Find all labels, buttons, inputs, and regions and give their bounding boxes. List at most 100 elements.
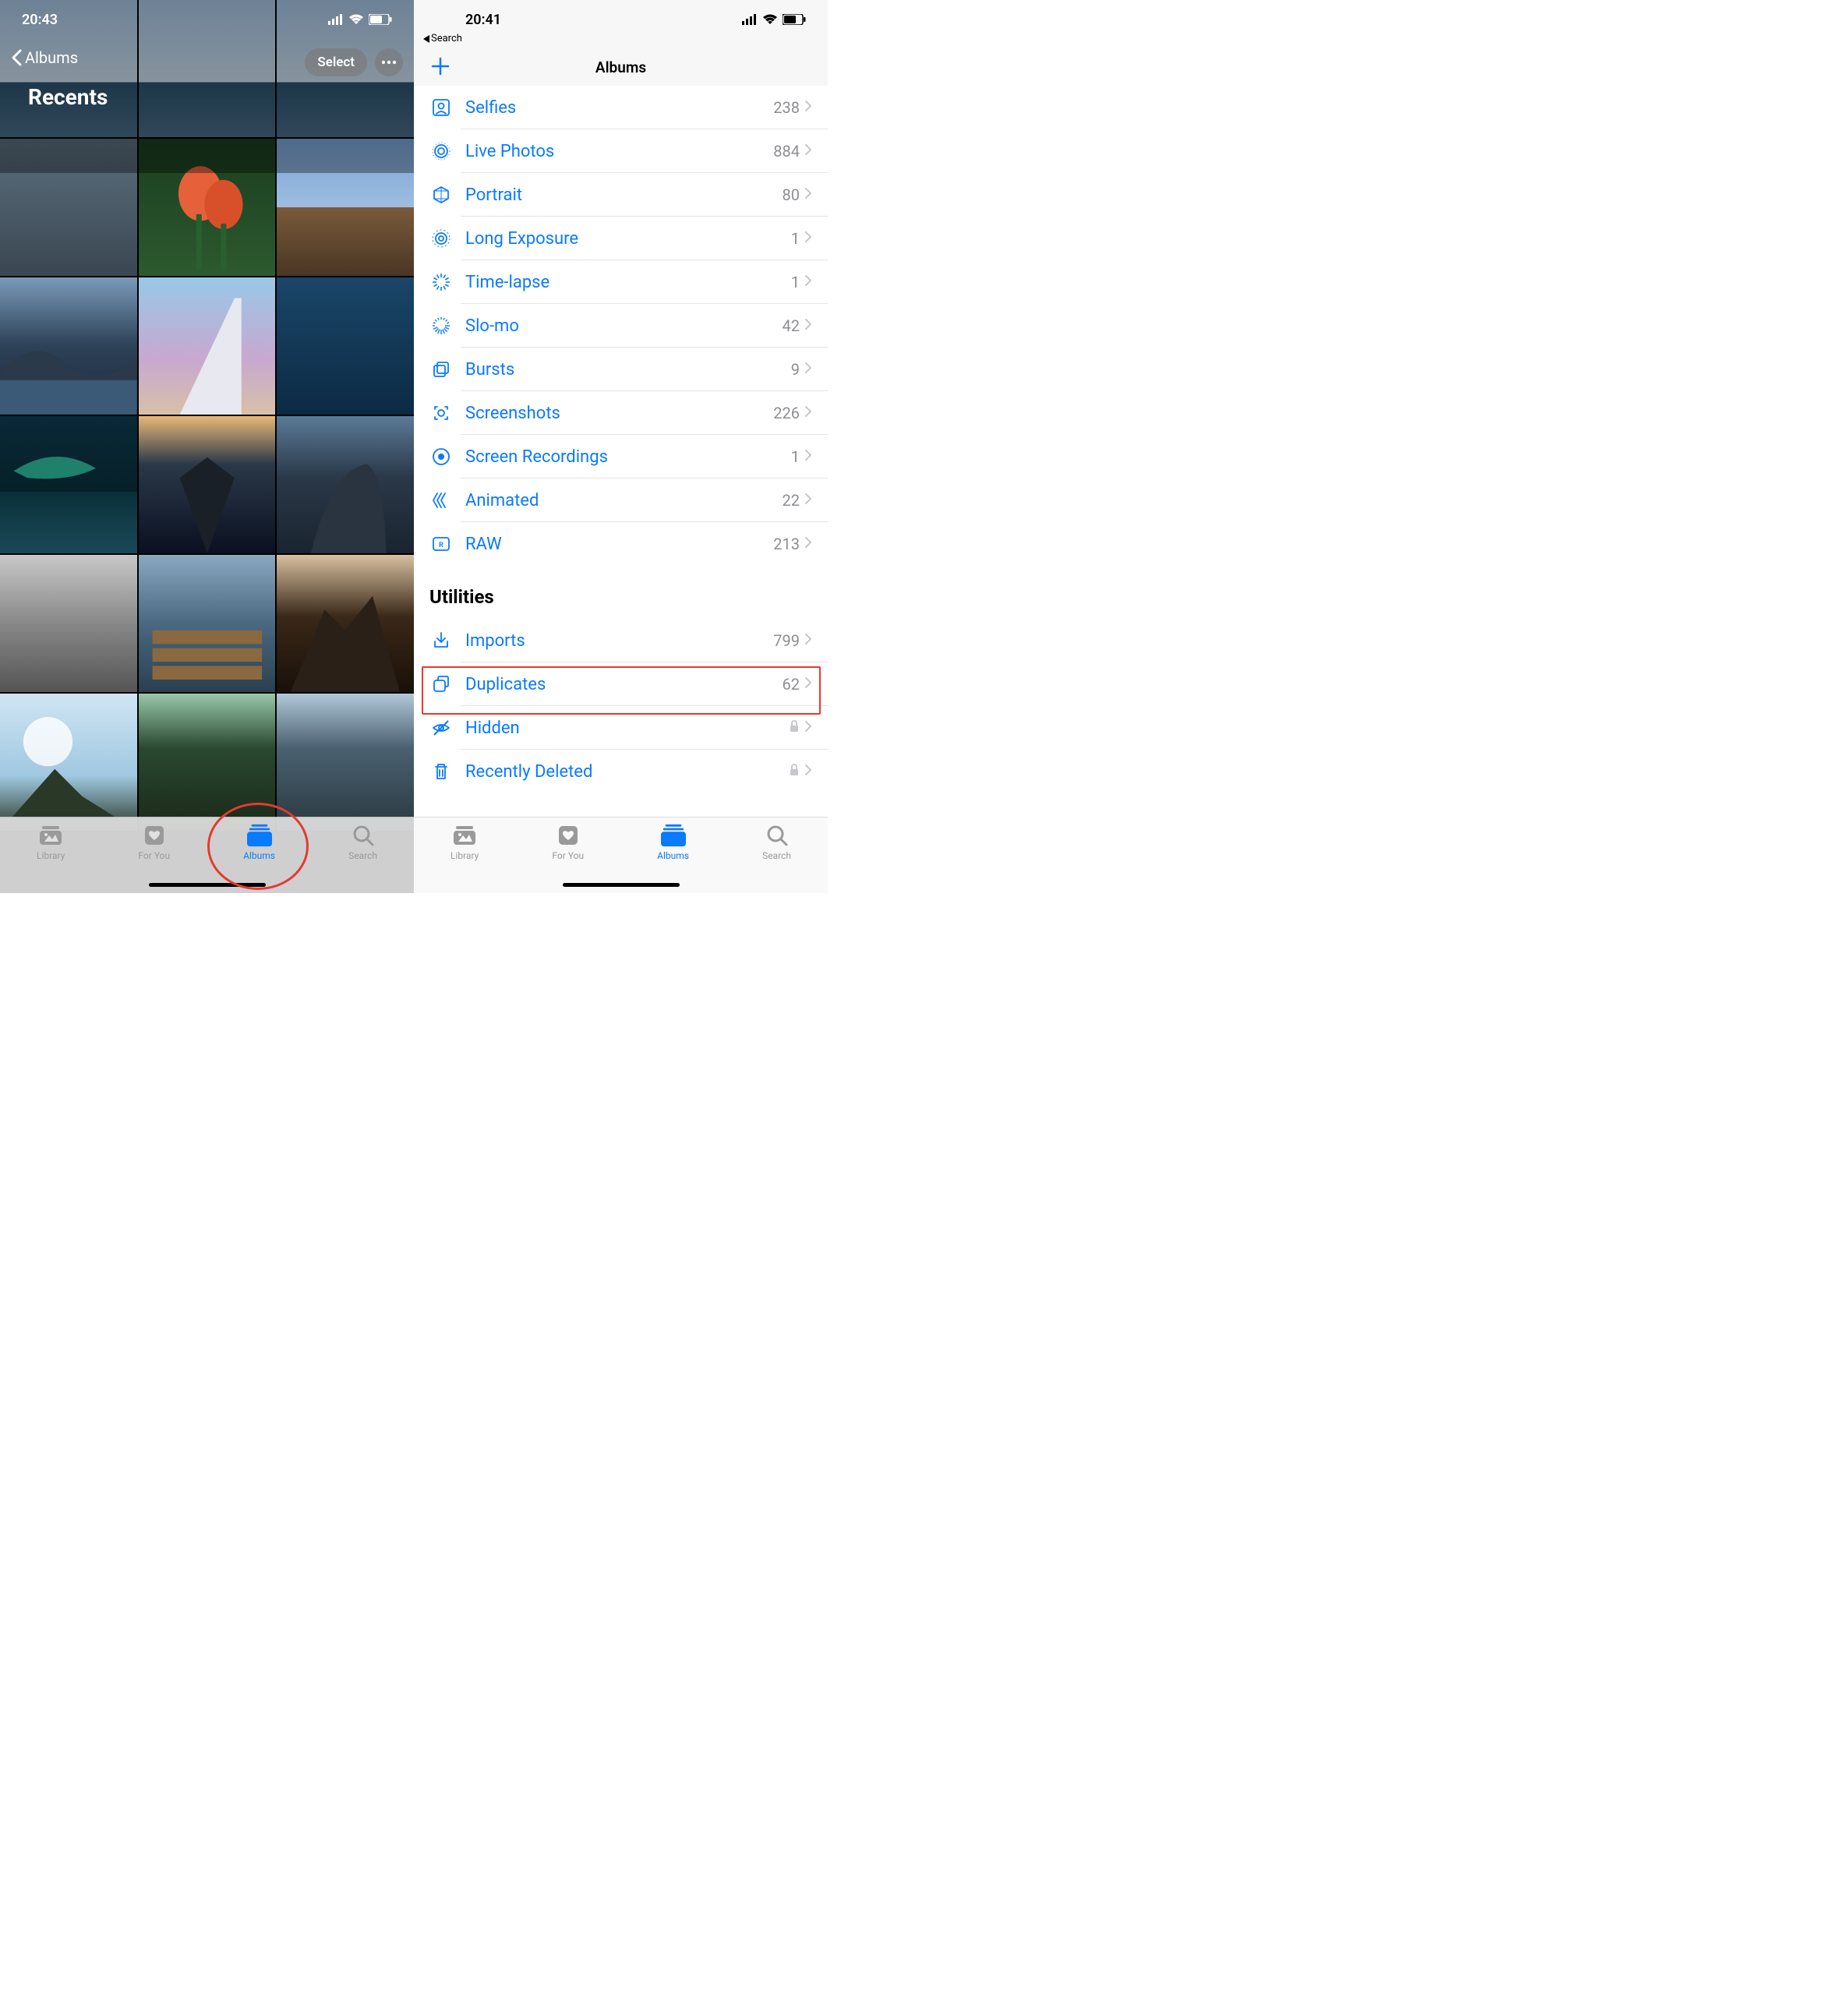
row-count: 1: [791, 229, 800, 248]
chevron-right-icon: [804, 143, 812, 159]
tab-search[interactable]: Search: [762, 824, 791, 861]
photo-thumbnail[interactable]: [0, 416, 137, 553]
library-icon: [38, 824, 63, 847]
raw-icon: R: [429, 532, 453, 556]
photo-thumbnail[interactable]: [139, 555, 276, 692]
chevron-left-icon: [11, 49, 22, 66]
row-count: 22: [783, 491, 800, 510]
photo-thumbnail[interactable]: [277, 416, 414, 553]
row-label: Live Photos: [465, 142, 773, 161]
photo-thumbnail[interactable]: [139, 416, 276, 553]
tab-label: For You: [552, 850, 584, 861]
long-exposure-icon: [429, 227, 453, 250]
selfies-icon: [429, 96, 453, 119]
album-row-portrait[interactable]: Portrait80: [414, 173, 828, 217]
row-count: 9: [791, 360, 800, 379]
photo-thumbnail[interactable]: [139, 277, 276, 415]
album-row-slo-mo[interactable]: Slo-mo42: [414, 304, 828, 348]
photo-thumbnail[interactable]: [277, 277, 414, 415]
chevron-right-icon: [804, 405, 812, 421]
chevron-right-icon: [804, 318, 812, 334]
time-lapse-icon: [429, 270, 453, 294]
add-button[interactable]: [431, 54, 450, 80]
more-button[interactable]: [375, 48, 403, 76]
recently-deleted-icon: [429, 760, 453, 783]
tab-bar: Library For You Albums Search: [0, 817, 414, 893]
chevron-right-icon: [804, 231, 812, 246]
phone-albums: 20:41 Search Albums Selfies238Live Photo…: [414, 0, 828, 893]
back-label: Albums: [25, 48, 78, 67]
slo-mo-icon: [429, 314, 453, 337]
row-count: 1: [791, 273, 800, 291]
tab-label: Search: [762, 850, 791, 861]
portrait-icon: [429, 183, 453, 207]
for-you-icon: [556, 824, 581, 847]
breadcrumb-back[interactable]: Search: [423, 33, 462, 44]
chevron-right-icon: [804, 720, 812, 736]
album-row-recently-deleted[interactable]: Recently Deleted: [414, 750, 828, 793]
tab-label: Albums: [657, 850, 689, 861]
for-you-icon: [142, 824, 167, 847]
breadcrumb-label: Search: [431, 33, 462, 44]
photo-thumbnail[interactable]: [277, 555, 414, 692]
chevron-right-icon: [804, 449, 812, 464]
tab-for-you[interactable]: For You: [138, 824, 170, 861]
tab-library[interactable]: Library: [37, 824, 65, 861]
row-label: Animated: [465, 491, 783, 510]
album-row-live-photos[interactable]: Live Photos884: [414, 129, 828, 173]
album-row-screen-recordings[interactable]: Screen Recordings1: [414, 435, 828, 478]
select-button[interactable]: Select: [305, 48, 367, 76]
plus-icon: [431, 57, 450, 76]
tab-for-you[interactable]: For You: [552, 824, 584, 861]
wifi-icon: [348, 14, 364, 25]
photo-thumbnail[interactable]: [0, 277, 137, 415]
row-label: Long Exposure: [465, 229, 791, 249]
album-row-selfies[interactable]: Selfies238: [414, 86, 828, 129]
album-row-imports[interactable]: Imports799: [414, 619, 828, 662]
album-row-animated[interactable]: Animated22: [414, 478, 828, 522]
chevron-right-icon: [804, 274, 812, 290]
hidden-icon: [429, 716, 453, 740]
chevron-right-icon: [804, 633, 812, 648]
home-indicator[interactable]: [563, 883, 680, 887]
photo-thumbnail[interactable]: [0, 694, 137, 831]
ellipsis-icon: [381, 60, 397, 65]
album-row-long-exposure[interactable]: Long Exposure1: [414, 217, 828, 260]
chevron-right-icon: [804, 536, 812, 552]
row-label: Slo-mo: [465, 316, 783, 336]
status-time: 20:41: [465, 12, 501, 28]
svg-text:R: R: [439, 542, 443, 549]
album-row-time-lapse[interactable]: Time-lapse1: [414, 260, 828, 304]
chevron-right-icon: [804, 100, 812, 115]
screen-recordings-icon: [429, 445, 453, 468]
photo-thumbnail[interactable]: [277, 694, 414, 831]
row-label: Bursts: [465, 360, 791, 380]
row-count: 80: [783, 185, 800, 204]
tab-library[interactable]: Library: [451, 824, 479, 861]
annotation-circle: [207, 803, 309, 890]
row-count: 42: [783, 316, 800, 335]
row-label: Hidden: [465, 719, 789, 738]
row-label: Screen Recordings: [465, 447, 791, 467]
wifi-icon: [762, 14, 778, 25]
battery-icon: [783, 14, 806, 25]
live-photos-icon: [429, 139, 453, 163]
photo-thumbnail[interactable]: [0, 555, 137, 692]
animated-icon: [429, 489, 453, 512]
cellular-icon: [742, 14, 758, 25]
back-button[interactable]: Albums: [11, 48, 78, 67]
albums-icon: [661, 824, 686, 847]
tab-search[interactable]: Search: [348, 824, 377, 861]
lock-icon: [789, 764, 800, 779]
screenshots-icon: [429, 401, 453, 425]
photo-thumbnail[interactable]: [0, 139, 137, 276]
photo-thumbnail[interactable]: [139, 139, 276, 276]
tab-albums[interactable]: Albums: [657, 824, 689, 861]
annotation-highlight: [422, 666, 821, 715]
tab-label: Search: [348, 850, 377, 861]
status-bar: 20:43: [0, 0, 414, 39]
photo-thumbnail[interactable]: [277, 139, 414, 276]
album-row-bursts[interactable]: Bursts9: [414, 348, 828, 391]
album-row-raw[interactable]: RRAW213: [414, 522, 828, 566]
album-row-screenshots[interactable]: Screenshots226: [414, 391, 828, 435]
